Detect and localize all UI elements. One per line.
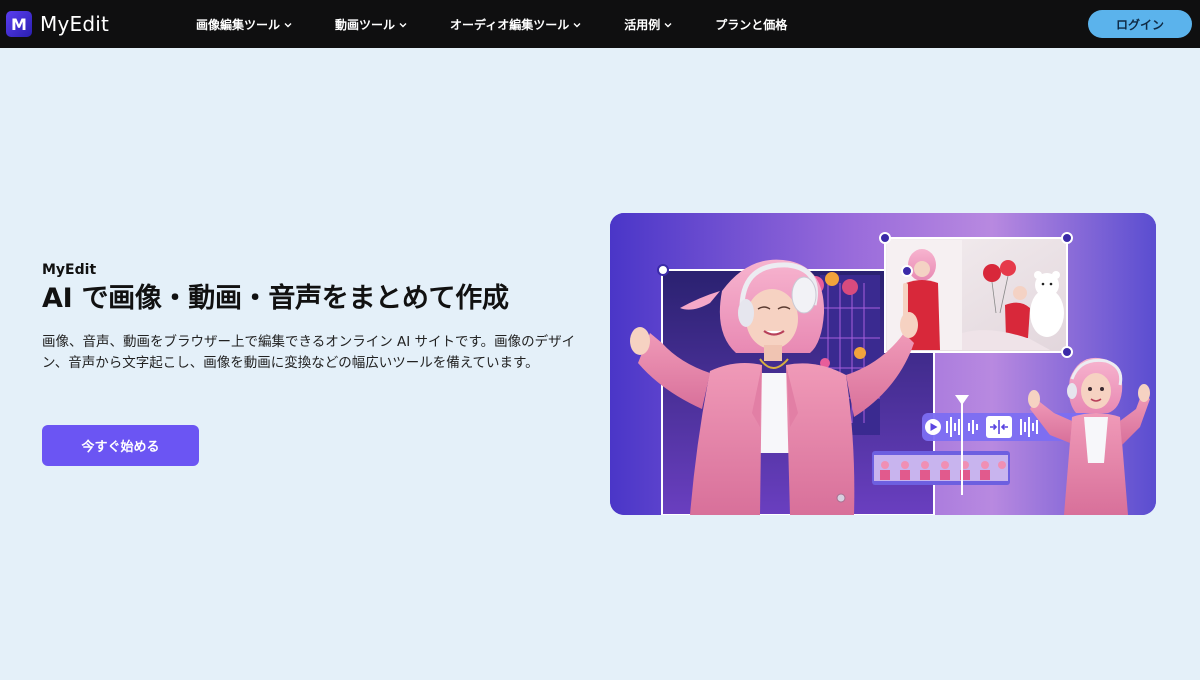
- nav-item-label: 活用例: [624, 17, 661, 32]
- chevron-down-icon: [399, 21, 407, 28]
- main-nav: 画像編集ツール 動画ツール オーディオ編集ツール 活用例 プランと価格: [196, 0, 787, 48]
- chevron-down-icon: [284, 21, 292, 28]
- nav-item-use-cases[interactable]: 活用例: [624, 16, 672, 33]
- nav-item-image-tools[interactable]: 画像編集ツール: [196, 16, 292, 33]
- hero-description: 画像、音声、動画をブラウザー上で編集できるオンライン AI サイトです。画像のデ…: [42, 334, 576, 371]
- nav-item-audio-tools[interactable]: オーディオ編集ツール: [450, 16, 581, 33]
- top-navigation-bar: M MyEdit 画像編集ツール 動画ツール オーディオ編集ツール 活用例 プラ…: [0, 0, 1200, 48]
- nav-item-label: プランと価格: [715, 17, 788, 32]
- chevron-down-icon: [664, 21, 672, 28]
- hero-text-section: MyEdit AI で画像・動画・音声をまとめて作成 画像、音声、動画をブラウザ…: [42, 262, 587, 374]
- get-started-button[interactable]: 今すぐ始める: [42, 425, 199, 466]
- nav-item-label: 画像編集ツール: [196, 17, 281, 32]
- hero-illustration: [610, 213, 1156, 515]
- chevron-down-icon: [573, 21, 581, 28]
- resize-handle: [1061, 232, 1073, 244]
- resize-handle: [879, 232, 891, 244]
- nav-item-video-tools[interactable]: 動画ツール: [335, 16, 407, 33]
- hero-illustration-art: [610, 213, 1156, 515]
- resize-handle: [1061, 346, 1073, 358]
- brand-logo-link[interactable]: M MyEdit: [6, 11, 109, 37]
- nav-item-pricing[interactable]: プランと価格: [715, 16, 787, 33]
- login-button[interactable]: ログイン: [1088, 10, 1192, 38]
- nav-item-label: 動画ツール: [335, 17, 396, 32]
- hero-eyebrow: MyEdit: [42, 262, 97, 278]
- brand-name: MyEdit: [40, 12, 110, 36]
- myedit-logo-icon: M: [6, 11, 32, 37]
- video-timeline-strip: [872, 451, 1010, 485]
- hero-headline: AI で画像・動画・音声をまとめて作成: [42, 283, 509, 314]
- resize-handle: [657, 264, 669, 276]
- nav-item-label: オーディオ編集ツール: [450, 17, 570, 32]
